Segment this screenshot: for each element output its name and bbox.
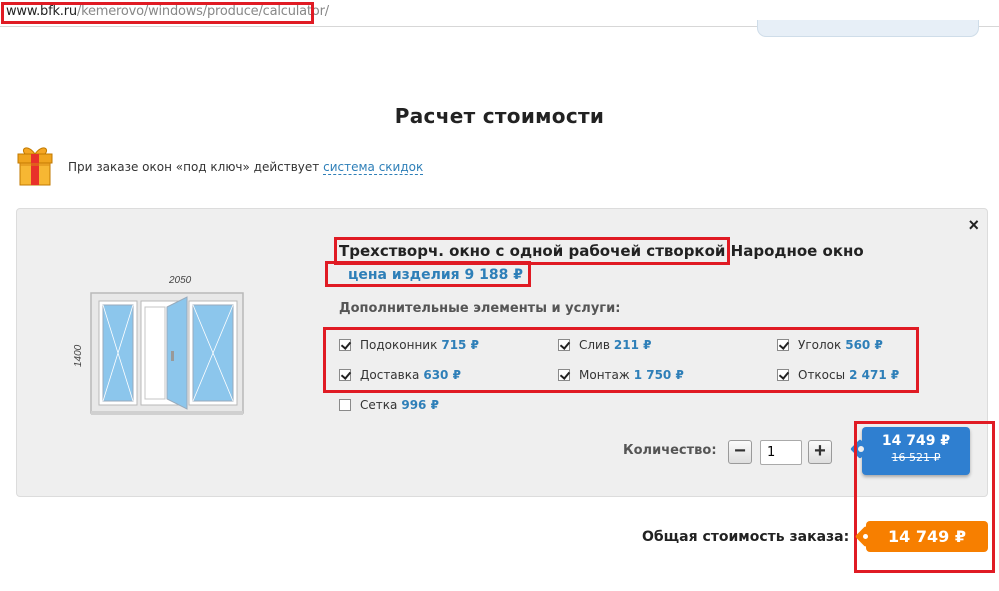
option-otkosy[interactable]: Откосы 2 471 ₽ <box>777 368 899 382</box>
quantity-label: Количество: <box>623 443 717 458</box>
window-width-label: 2050 <box>168 275 192 286</box>
option-dostavka[interactable]: Доставка 630 ₽ <box>339 368 461 382</box>
option-label: Слив <box>579 338 610 352</box>
option-label: Откосы <box>798 368 846 382</box>
discount-prefix: При заказе окон «под ключ» действует <box>68 160 320 174</box>
quantity-decrease-button[interactable]: − <box>728 440 752 464</box>
option-setka[interactable]: Сетка 996 ₽ <box>339 398 439 412</box>
option-price: 996 ₽ <box>401 398 439 412</box>
product-line: Народное окно <box>725 242 864 260</box>
annotation-box-options <box>323 327 919 393</box>
option-price: 211 ₽ <box>613 338 652 352</box>
tag-hole <box>863 534 868 539</box>
quantity-increase-button[interactable]: + <box>808 440 832 464</box>
annotation-box-url <box>1 2 314 24</box>
podokonnik-checkbox[interactable] <box>339 339 351 351</box>
sliv-checkbox[interactable] <box>558 339 570 351</box>
option-price: 560 ₽ <box>845 338 883 352</box>
discount-text: При заказе окон «под ключ» действует сис… <box>68 160 424 175</box>
product-title: Трехстворч. окно с одной рабочей створко… <box>333 237 864 265</box>
option-label: Сетка <box>360 398 398 412</box>
option-label: Монтаж <box>579 368 630 382</box>
option-label: Подоконник <box>360 338 438 352</box>
option-price: 630 ₽ <box>423 368 461 382</box>
window-height-label: 1400 <box>73 344 84 367</box>
product-price-text: цена изделия 9 188 ₽ <box>348 267 523 283</box>
option-sliv[interactable]: Слив 211 ₽ <box>558 338 652 352</box>
total-price-tag: 14 749 ₽ <box>863 521 988 552</box>
total-price-value: 14 749 ₽ <box>888 527 966 546</box>
option-price: 715 ₽ <box>441 338 479 352</box>
product-name: Трехстворч. окно с одной рабочей створко… <box>333 237 731 265</box>
page-title: Расчет стоимости <box>394 104 605 128</box>
gift-icon <box>17 147 53 186</box>
product-card: × 2050 1400 Трехстворч. окно с одной раб… <box>16 208 988 497</box>
product-price: цена изделия 9 188 ₽ <box>325 261 531 287</box>
option-podokonnik[interactable]: Подоконник 715 ₽ <box>339 338 479 352</box>
option-montazh[interactable]: Монтаж 1 750 ₽ <box>558 368 684 382</box>
option-label: Уголок <box>798 338 842 352</box>
setka-checkbox[interactable] <box>339 399 351 411</box>
otkosy-checkbox[interactable] <box>777 369 789 381</box>
option-price: 1 750 ₽ <box>633 368 684 382</box>
extras-label: Дополнительные элементы и услуги: <box>339 301 621 316</box>
option-label: Доставка <box>360 368 420 382</box>
close-icon[interactable]: × <box>968 215 979 236</box>
header-tab-edge <box>757 20 979 37</box>
calculator-page: www.bfk.ru/kemerovo/windows/produce/calc… <box>0 0 999 591</box>
window-preview-image: 2050 1400 <box>73 275 244 415</box>
quantity-input[interactable] <box>760 440 802 465</box>
option-price: 2 471 ₽ <box>849 368 900 382</box>
montazh-checkbox[interactable] <box>558 369 570 381</box>
discount-system-link[interactable]: система скидок <box>323 160 424 175</box>
option-ugolok[interactable]: Уголок 560 ₽ <box>777 338 883 352</box>
dostavka-checkbox[interactable] <box>339 369 351 381</box>
total-label: Общая стоимость заказа: <box>642 529 850 545</box>
ugolok-checkbox[interactable] <box>777 339 789 351</box>
